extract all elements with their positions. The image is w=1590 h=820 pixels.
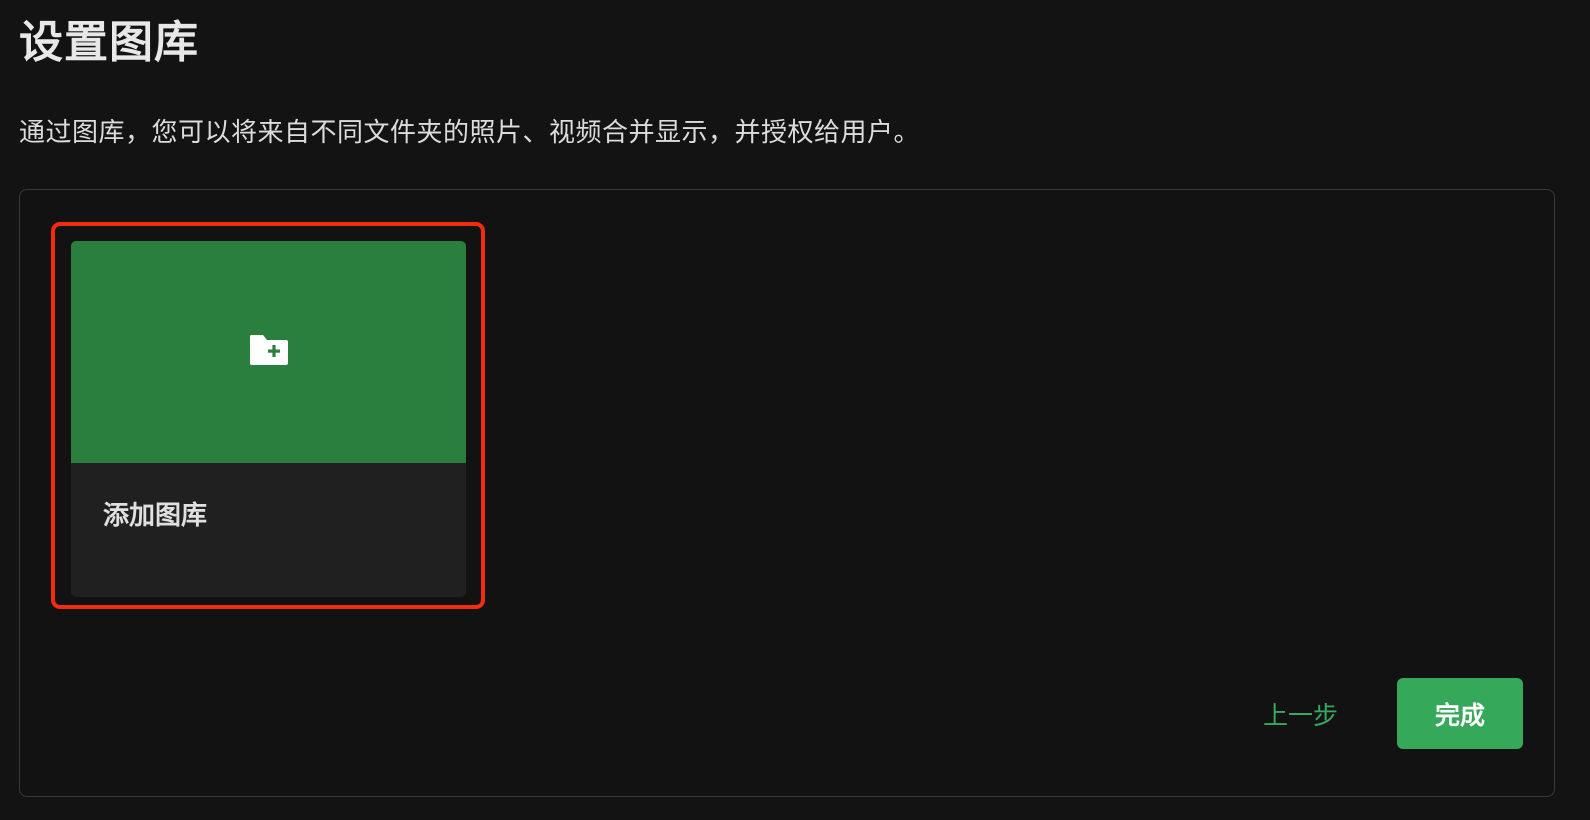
done-button[interactable]: 完成 [1397, 678, 1523, 749]
setup-library-page: 设置图库 通过图库，您可以将来自不同文件夹的照片、视频合并显示，并授权给用户。 … [0, 0, 1590, 820]
page-title: 设置图库 [19, 17, 199, 68]
page-description: 通过图库，您可以将来自不同文件夹的照片、视频合并显示，并授权给用户。 [19, 118, 921, 148]
add-library-label: 添加图库 [103, 501, 208, 531]
card-cover [71, 241, 466, 463]
back-button[interactable]: 上一步 [1263, 696, 1338, 732]
folder-add-icon [248, 333, 290, 371]
add-library-card[interactable]: 添加图库 [71, 241, 466, 597]
